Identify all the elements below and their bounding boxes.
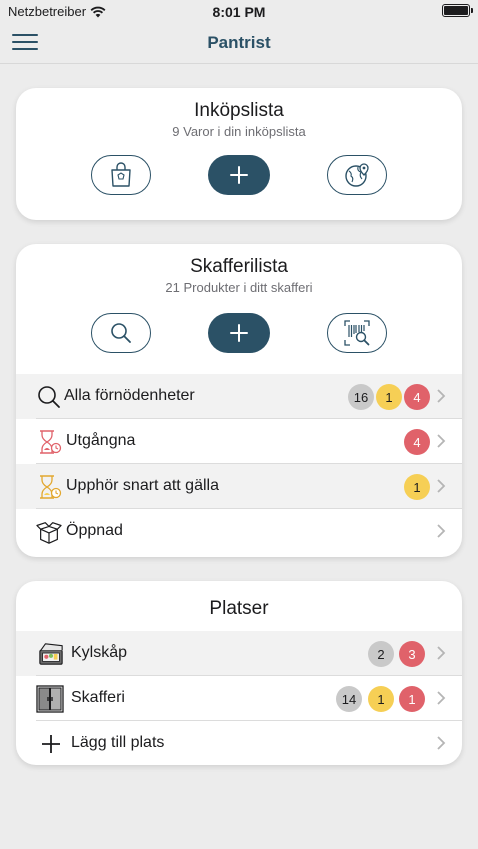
globe-location-icon [345, 163, 369, 187]
count-badge-expiring: 1 [404, 474, 430, 500]
hourglass-expired-icon [36, 429, 62, 455]
count-badge-expired: 3 [399, 641, 425, 667]
chevron-right-icon [437, 524, 446, 538]
list-item-label: Lägg till plats [71, 734, 165, 751]
add-to-shopping-list-button[interactable] [208, 155, 270, 195]
search-icon [111, 323, 131, 343]
list-item-label: Upphör snart att gälla [66, 477, 219, 494]
list-item-label: Alla förnödenheter [64, 387, 195, 404]
fridge-icon [38, 641, 64, 667]
plus-icon [230, 166, 248, 184]
list-item-label: Skafferi [71, 689, 125, 706]
list-item-expired[interactable]: Utgångna 4 [16, 419, 462, 464]
page-title: Pantrist [207, 33, 271, 52]
chevron-right-icon [437, 479, 446, 493]
search-icon [36, 384, 62, 410]
chevron-right-icon [437, 736, 446, 750]
open-box-icon [36, 519, 62, 545]
search-pantry-button[interactable] [91, 313, 151, 353]
count-badge-total: 14 [336, 686, 362, 712]
count-badge-total: 16 [348, 384, 374, 410]
list-item-label: Kylskåp [71, 644, 128, 661]
shopping-list-card: Inköpslista 9 Varor i din inköpslista [16, 88, 462, 220]
count-badge-expired: 4 [404, 384, 430, 410]
scan-barcode-button[interactable] [327, 313, 387, 353]
shopping-list-subtitle: 9 Varor i din inköpslista [172, 124, 306, 139]
chevron-right-icon [437, 646, 446, 660]
hourglass-expiring-icon [36, 474, 62, 500]
add-place-button[interactable]: Lägg till plats [16, 721, 462, 765]
chevron-right-icon [437, 434, 446, 448]
count-badge-expired: 4 [404, 429, 430, 455]
list-item-opened[interactable]: Öppnad [16, 509, 462, 554]
pantry-subtitle: 21 Produkter i ditt skafferi [165, 280, 313, 295]
add-product-button[interactable] [208, 313, 270, 353]
chevron-right-icon [437, 691, 446, 705]
battery-icon [442, 4, 473, 17]
pantry-title: Skafferilista [190, 256, 288, 277]
shopping-bag-icon [111, 162, 131, 187]
navigation-bar: Pantrist [0, 24, 478, 64]
pantry-card: Skafferilista 21 Produkter i ditt skaffe… [16, 244, 462, 557]
list-item-fridge[interactable]: Kylskåp 2 3 [16, 631, 462, 676]
chevron-right-icon [437, 389, 446, 403]
shopping-list-title: Inköpslista [194, 100, 284, 121]
shopping-bag-button[interactable] [91, 155, 151, 195]
count-badge-total: 2 [368, 641, 394, 667]
places-title: Platser [209, 598, 269, 619]
list-item-label: Utgångna [66, 432, 136, 449]
clock: 8:01 PM [212, 4, 266, 20]
count-badge-expiring: 1 [376, 384, 402, 410]
status-bar: Netzbetreiber 8:01 PM [0, 0, 478, 24]
count-badge-expiring: 1 [368, 686, 394, 712]
list-item-all-supplies[interactable]: Alla förnödenheter 16 1 4 [16, 374, 462, 419]
list-item-label: Öppnad [66, 522, 123, 539]
plus-icon [230, 324, 248, 342]
places-card: Platser Kylskåp 2 3 Skafferi 14 1 1 Lägg… [16, 581, 462, 765]
cupboard-icon [36, 685, 64, 713]
plus-icon [38, 731, 64, 757]
store-map-button[interactable] [327, 155, 387, 195]
list-item-expiring-soon[interactable]: Upphör snart att gälla 1 [16, 464, 462, 509]
list-item-pantry-place[interactable]: Skafferi 14 1 1 [16, 676, 462, 721]
barcode-scan-icon [344, 320, 370, 346]
count-badge-expired: 1 [399, 686, 425, 712]
